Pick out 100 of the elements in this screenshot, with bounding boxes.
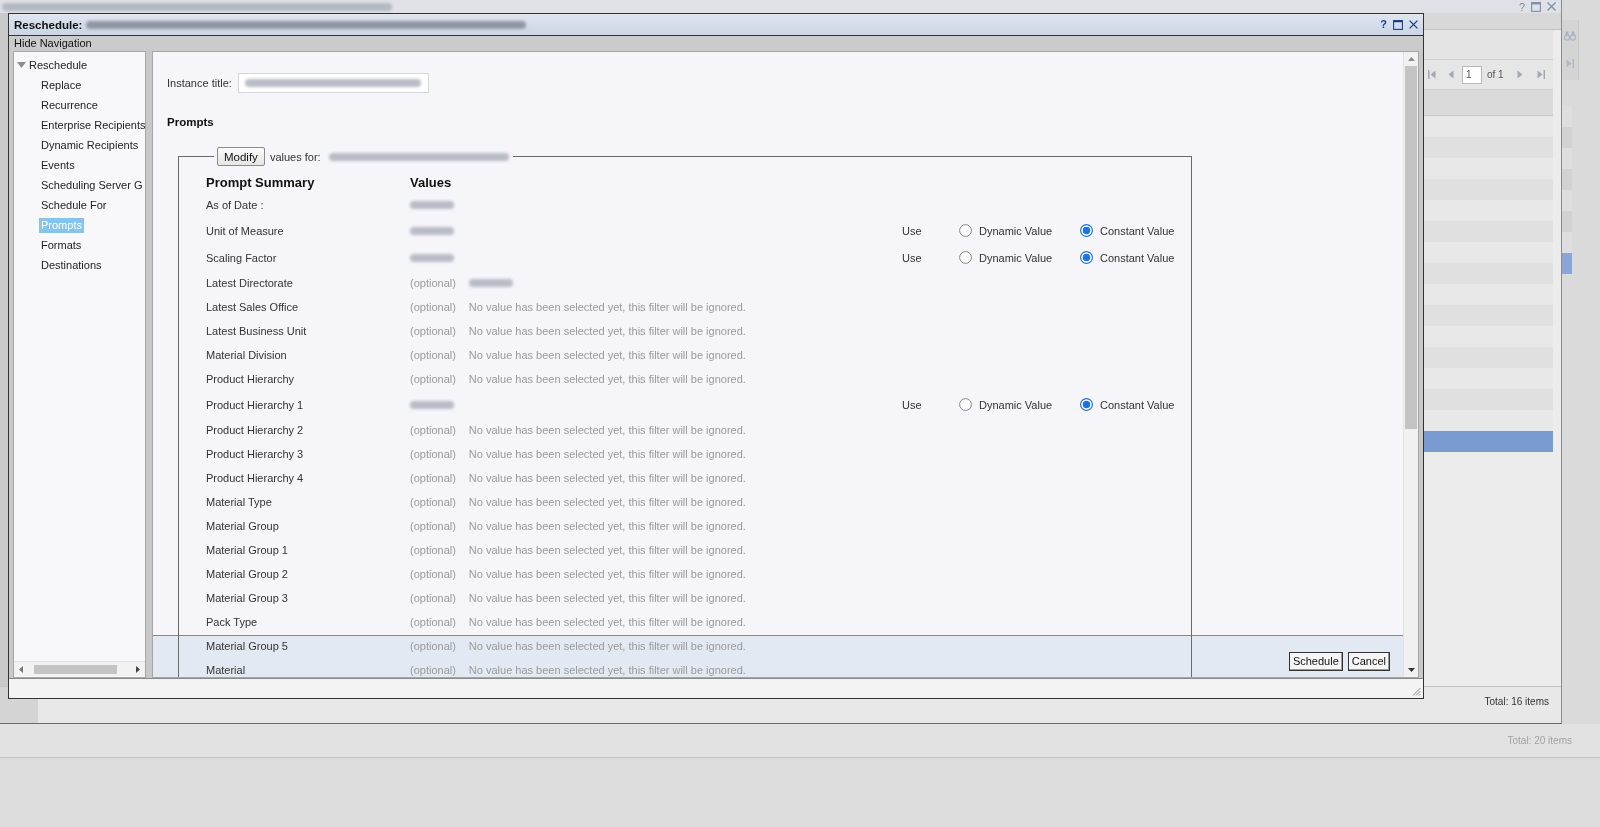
prompt-message: No value has been selected yet, this filter will be ignored. — [468, 568, 746, 580]
prompt-message: No value has been selected yet, this filter will be ignored. — [468, 472, 746, 484]
prompt-label: Material Type — [206, 496, 273, 508]
prompt-label: Product Hierarchy — [206, 373, 296, 385]
list-row[interactable] — [1424, 221, 1553, 242]
nav-item[interactable]: Destinations — [39, 257, 104, 273]
page-number-field[interactable]: 1 — [1462, 65, 1482, 84]
list-row[interactable] — [1424, 200, 1553, 221]
tree-node[interactable]: Reschedule — [29, 58, 88, 72]
column-header: Prompt Summary — [206, 174, 316, 190]
hide-navigation-link[interactable]: Hide Navigation — [14, 37, 92, 50]
nav-item[interactable]: Formats — [39, 237, 84, 253]
scrollbar-thumb[interactable] — [1405, 66, 1417, 429]
list-row[interactable] — [1424, 179, 1553, 200]
list-row[interactable] — [1424, 137, 1553, 158]
scroll-left-icon[interactable] — [19, 665, 23, 673]
prompt-label: Unit of Measure — [206, 224, 285, 237]
radio-option[interactable]: Constant Value — [1080, 251, 1191, 264]
prompt-message: No value has been selected yet, this filter will be ignored. — [468, 424, 746, 436]
radio-option[interactable]: Dynamic Value — [959, 251, 1080, 264]
nav-item[interactable]: Schedule For — [39, 197, 109, 213]
prompt-message: No value has been selected yet, this filter will be ignored. — [468, 640, 746, 652]
radio-icon[interactable] — [959, 251, 972, 264]
previous-page-icon[interactable] — [1448, 70, 1454, 79]
optional-tag: (optional) — [410, 325, 456, 337]
scroll-right-icon[interactable] — [136, 665, 140, 673]
prompt-message: No value has been selected yet, this filter will be ignored. — [468, 349, 746, 361]
radio-icon[interactable] — [959, 398, 972, 411]
radio-option[interactable]: Dynamic Value — [959, 224, 1080, 237]
radio-option[interactable]: Dynamic Value — [959, 398, 1080, 411]
radio-option[interactable]: Constant Value — [1080, 398, 1191, 411]
dialog-button[interactable]: Schedule — [1288, 651, 1343, 671]
horizontal-scrollbar[interactable] — [14, 661, 145, 676]
binoculars-icon[interactable] — [1564, 31, 1576, 41]
list-row[interactable] — [1424, 116, 1553, 137]
use-label: Use — [902, 251, 923, 264]
instance-title-field[interactable] — [237, 72, 429, 93]
prompt-label: Scaling Factor — [206, 251, 278, 264]
list-row[interactable] — [1562, 190, 1572, 211]
prompt-label: Product Hierarchy 3 — [206, 448, 305, 460]
prompt-label: Product Hierarchy 2 — [206, 424, 305, 436]
last-page-icon[interactable] — [1536, 70, 1545, 79]
list-row[interactable] — [1424, 389, 1553, 410]
modify-button[interactable]: Modify — [217, 147, 265, 166]
prompt-message: No value has been selected yet, this filter will be ignored. — [468, 616, 746, 628]
list-row[interactable] — [1424, 326, 1553, 347]
nav-item[interactable]: Recurrence — [39, 97, 100, 113]
item-count: Total: 20 items — [1507, 735, 1572, 746]
scroll-up-icon[interactable] — [1407, 57, 1415, 61]
optional-tag: (optional) — [410, 640, 456, 652]
scrollbar-thumb[interactable] — [34, 664, 117, 674]
optional-tag: (optional) — [410, 496, 456, 508]
radio-option[interactable]: Constant Value — [1080, 224, 1191, 237]
prompt-message: No value has been selected yet, this filter will be ignored. — [468, 544, 746, 556]
list-row[interactable] — [1562, 253, 1572, 274]
optional-tag: (optional) — [410, 448, 456, 460]
prompt-label: Pack Type — [206, 616, 259, 628]
list-row[interactable] — [1424, 263, 1553, 284]
list-row[interactable] — [1424, 368, 1553, 389]
radio-icon[interactable] — [1080, 251, 1093, 264]
help-button[interactable]: ? — [1380, 18, 1387, 31]
prompt-message: No value has been selected yet, this filter will be ignored. — [468, 592, 746, 604]
list-row[interactable] — [1562, 106, 1572, 127]
list-row[interactable] — [1424, 242, 1553, 263]
list-row[interactable] — [1424, 305, 1553, 326]
list-row[interactable] — [1562, 127, 1572, 148]
nav-item[interactable]: Events — [39, 157, 77, 173]
expanded-triangle-icon[interactable] — [17, 62, 26, 68]
scroll-down-icon[interactable] — [1407, 668, 1415, 672]
next-page-icon[interactable] — [1516, 70, 1523, 79]
list-row[interactable] — [1562, 232, 1572, 253]
optional-tag: (optional) — [410, 472, 456, 484]
close-icon[interactable] — [1409, 20, 1418, 29]
list-row[interactable] — [1424, 431, 1553, 452]
optional-tag: (optional) — [410, 373, 456, 385]
list-row[interactable] — [1424, 347, 1553, 368]
optional-tag: (optional) — [410, 592, 456, 604]
nav-item[interactable]: Enterprise Recipients — [39, 117, 148, 133]
list-row[interactable] — [1562, 211, 1572, 232]
radio-icon[interactable] — [959, 224, 972, 237]
nav-item[interactable]: Replace — [39, 77, 84, 93]
maximize-icon[interactable] — [1393, 19, 1403, 30]
optional-tag: (optional) — [410, 424, 456, 436]
prompt-message: No value has been selected yet, this filter will be ignored. — [468, 448, 746, 460]
list-row[interactable] — [1562, 169, 1572, 190]
resize-grip-icon[interactable] — [1412, 687, 1421, 696]
prompt-label: Latest Business Unit — [206, 325, 308, 337]
list-row[interactable] — [1424, 410, 1553, 431]
dialog-button[interactable]: Cancel — [1347, 651, 1390, 671]
nav-item[interactable]: Scheduling Server G — [39, 177, 145, 193]
radio-icon[interactable] — [1080, 224, 1093, 237]
optional-tag: (optional) — [410, 277, 456, 289]
list-row[interactable] — [1424, 284, 1553, 305]
last-page-icon[interactable] — [1566, 59, 1574, 68]
column-header: Values — [410, 174, 453, 190]
radio-icon[interactable] — [1080, 398, 1093, 411]
list-row[interactable] — [1424, 158, 1553, 179]
first-page-icon[interactable] — [1428, 70, 1436, 79]
nav-item[interactable]: Dynamic Recipients — [39, 137, 141, 153]
list-row[interactable] — [1562, 148, 1572, 169]
